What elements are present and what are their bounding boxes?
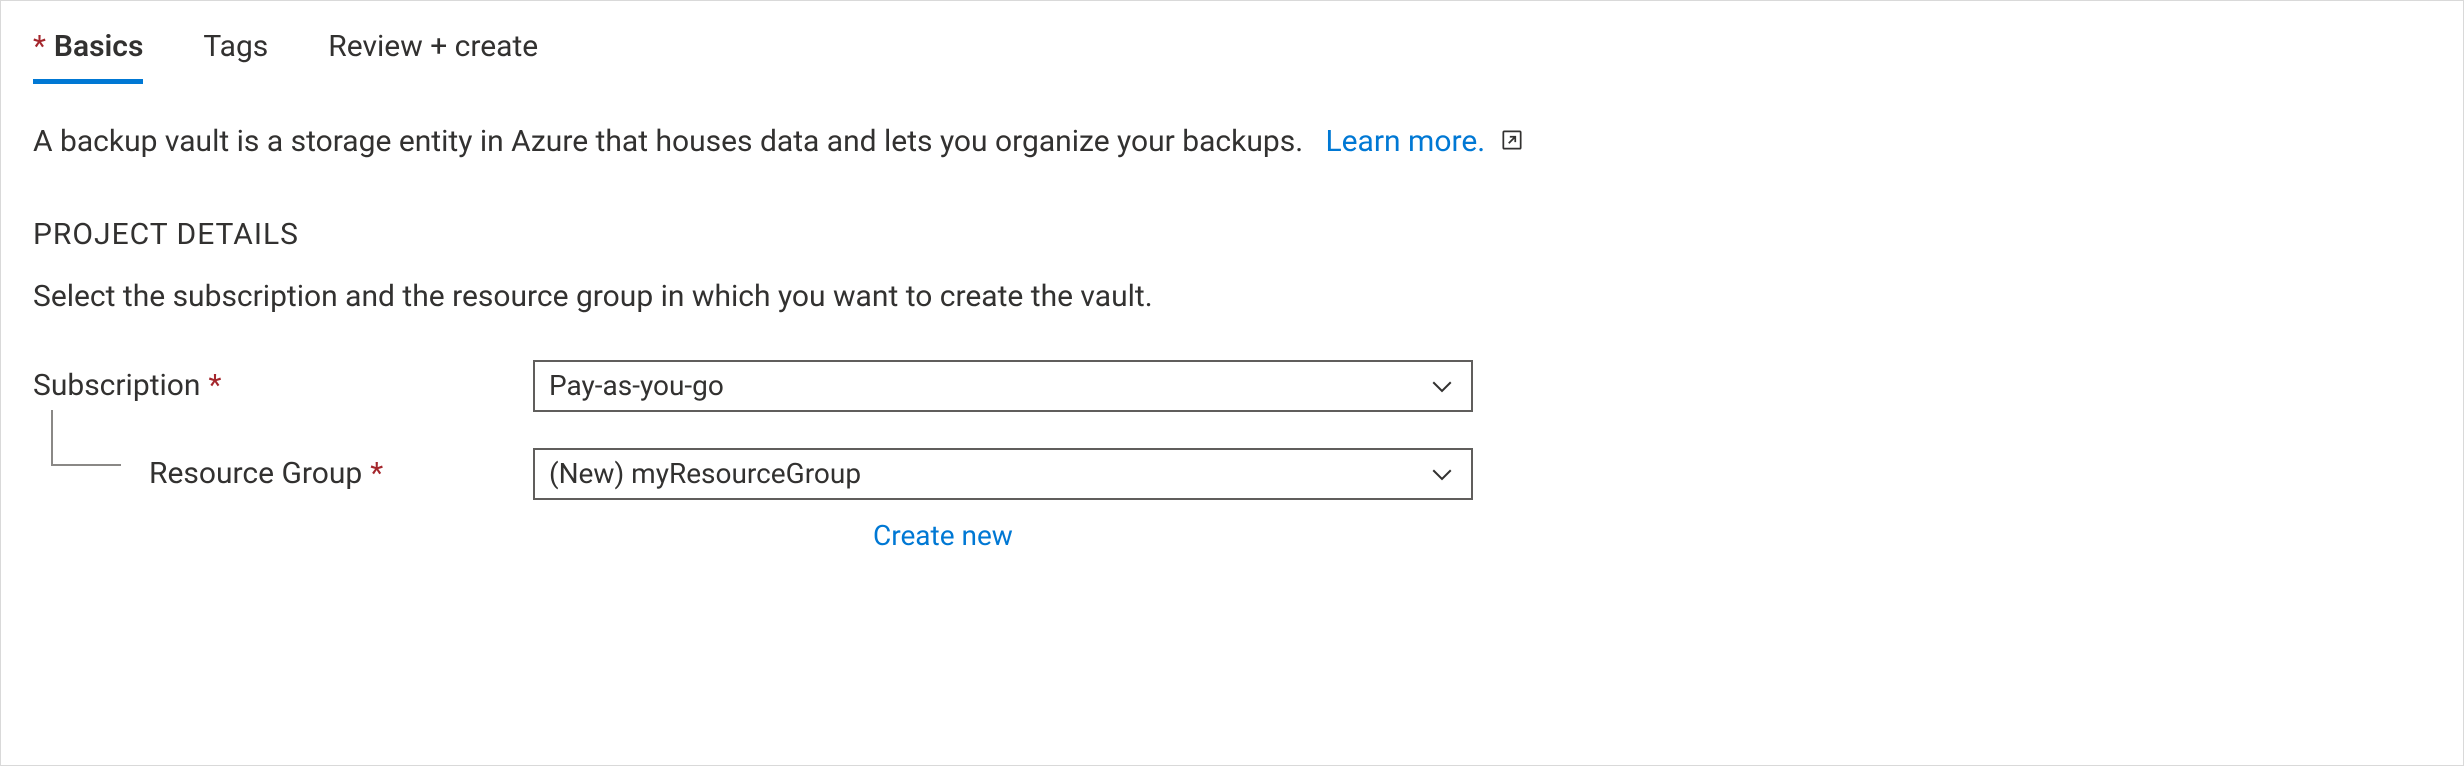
tab-bar: * Basics Tags Review + create (33, 25, 2431, 84)
tab-basics[interactable]: * Basics (33, 25, 143, 84)
required-indicator: * (208, 364, 221, 408)
required-indicator: * (370, 452, 383, 496)
required-indicator: * (33, 25, 46, 69)
control-col: Pay-as-you-go (533, 360, 1473, 412)
label-col: Subscription * (33, 364, 533, 408)
tab-label: Tags (203, 25, 268, 69)
subscription-label: Subscription (33, 364, 200, 408)
row-subscription: Subscription * Pay-as-you-go (33, 360, 2431, 412)
subscription-value: Pay-as-you-go (549, 366, 724, 407)
learn-more-label: Learn more. (1325, 124, 1485, 159)
tab-tags[interactable]: Tags (203, 25, 268, 84)
subscription-dropdown[interactable]: Pay-as-you-go (533, 360, 1473, 412)
project-details-description: Select the subscription and the resource… (33, 275, 2431, 319)
control-col: (New) myResourceGroup (533, 448, 1473, 500)
chevron-down-icon (1427, 459, 1457, 489)
tab-label: Basics (54, 25, 143, 69)
chevron-down-icon (1427, 371, 1457, 401)
tab-review-create[interactable]: Review + create (328, 25, 538, 84)
learn-more-link[interactable]: Learn more. (1325, 124, 1524, 159)
resource-group-dropdown[interactable]: (New) myResourceGroup (533, 448, 1473, 500)
row-resource-group: Resource Group * (New) myResourceGroup (33, 448, 2431, 500)
resource-group-value: (New) myResourceGroup (549, 454, 861, 495)
create-new-row: Create new (873, 514, 2431, 558)
project-details-heading: PROJECT DETAILS (33, 213, 2431, 257)
label-col: Resource Group * (33, 452, 533, 496)
external-link-icon (1499, 122, 1525, 166)
intro-description: A backup vault is a storage entity in Az… (33, 120, 2431, 166)
tab-label: Review + create (328, 25, 538, 69)
create-new-link[interactable]: Create new (873, 519, 1013, 552)
resource-group-label: Resource Group (149, 452, 362, 496)
intro-text: A backup vault is a storage entity in Az… (33, 124, 1303, 159)
